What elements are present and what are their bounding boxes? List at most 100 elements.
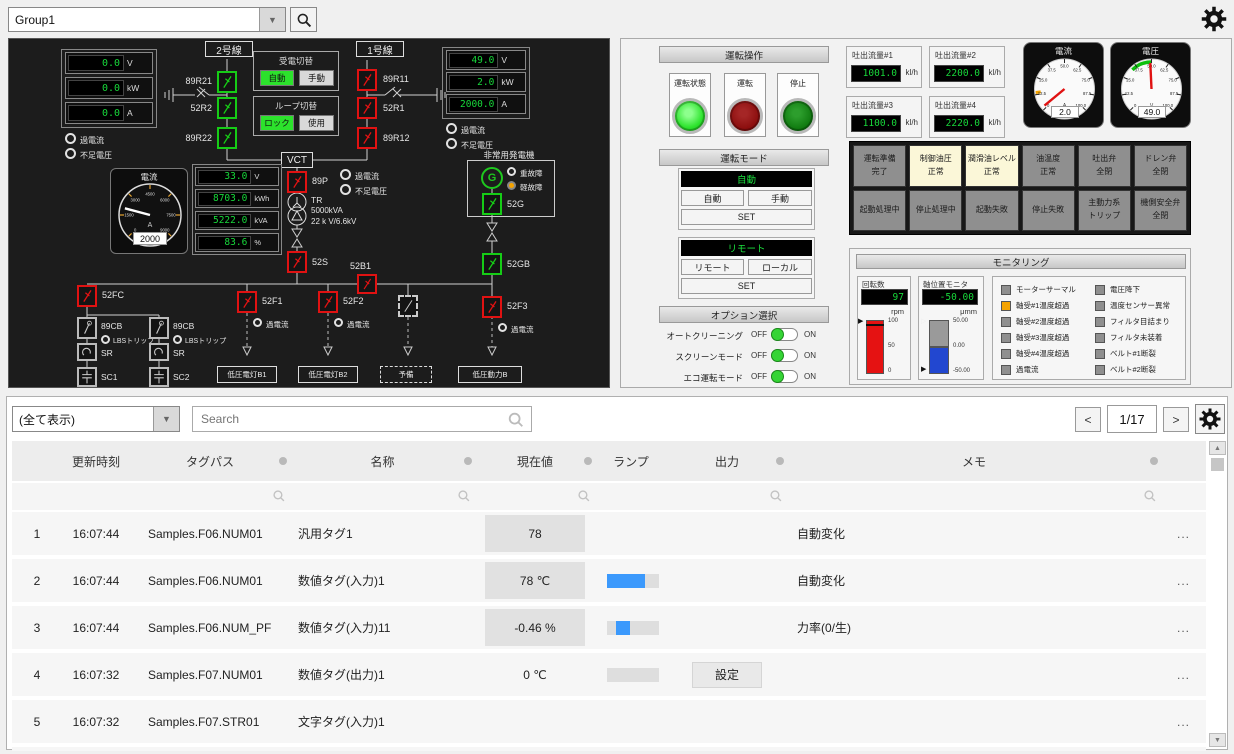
- filter-output[interactable]: [667, 483, 787, 510]
- mode-manual-button[interactable]: 手動: [748, 190, 812, 206]
- filter-memo[interactable]: [787, 483, 1161, 510]
- mode-local-button[interactable]: ローカル: [748, 259, 812, 275]
- alarm-indicator: [1001, 317, 1011, 327]
- breaker-52FC[interactable]: [77, 285, 97, 307]
- table-settings-button[interactable]: [1195, 404, 1225, 434]
- svg-text:62.5: 62.5: [1073, 67, 1082, 72]
- table-row[interactable]: 4 16:07:32 Samples.F07.NUM01 数値タグ(出力)1 0…: [12, 653, 1206, 696]
- table-row[interactable]: 5 16:07:32 Samples.F07.STR01 文字タグ(入力)1 .…: [12, 700, 1206, 743]
- auto-cleaning-toggle[interactable]: [771, 328, 798, 341]
- status-cell: 吐出弁全閉: [1078, 145, 1131, 187]
- mode-auto-button[interactable]: 自動: [681, 190, 744, 206]
- row-tagpath: Samples.F07.STR01: [130, 715, 290, 729]
- breaker-52R1[interactable]: [357, 97, 377, 119]
- scroll-thumb[interactable]: [1211, 458, 1224, 471]
- receive-switch-panel: 受電切替 自動 手動: [253, 51, 339, 91]
- settings-gear-button[interactable]: [1200, 5, 1228, 33]
- load-lighting-panel-1: 低圧電灯B1: [217, 366, 277, 383]
- row-more-button[interactable]: ...: [1161, 668, 1206, 682]
- status-cell: 停止失敗: [1022, 190, 1075, 232]
- sort-dot: [464, 457, 472, 465]
- next-page-button[interactable]: >: [1163, 407, 1189, 432]
- breaker-52GB-label: 52GB: [507, 259, 530, 269]
- mode-set-button-1[interactable]: SET: [681, 209, 812, 225]
- lbs-89CB-2[interactable]: [149, 317, 169, 339]
- breaker-52F1[interactable]: [237, 291, 257, 313]
- chevron-down-icon[interactable]: ▼: [259, 8, 285, 31]
- eco-mode-toggle[interactable]: [771, 370, 798, 383]
- scroll-down-button[interactable]: ▼: [1209, 733, 1226, 747]
- col-header-time[interactable]: 更新時刻: [62, 441, 130, 481]
- breaker-89R21[interactable]: [217, 71, 237, 93]
- chevron-down-icon[interactable]: ▼: [153, 407, 179, 431]
- panel-current-value: 2.0: [1051, 106, 1079, 118]
- loop-lock-button[interactable]: ロック: [260, 115, 294, 131]
- screen-mode-toggle[interactable]: [771, 349, 798, 362]
- lbs-89CB-1[interactable]: [77, 317, 97, 339]
- table-row[interactable]: 3 16:07:44 Samples.F06.NUM_PF 数値タグ(入力)11…: [12, 606, 1206, 649]
- row-name: 数値タグ(入力)11: [290, 619, 475, 636]
- breaker-52FC-label: 52FC: [102, 290, 124, 300]
- filter-tagpath[interactable]: [130, 483, 290, 510]
- status-cell: 運転準備完了: [853, 145, 906, 187]
- svg-text:12.5: 12.5: [1125, 91, 1134, 96]
- row-more-button[interactable]: ...: [1161, 621, 1206, 635]
- shaft-marker-bottom: ▶: [921, 365, 926, 373]
- table-row[interactable]: 1 16:07:44 Samples.F06.NUM01 汎用タグ1 78 自動…: [12, 512, 1206, 555]
- breaker-89R12[interactable]: [357, 127, 377, 149]
- breaker-89P[interactable]: [287, 171, 307, 193]
- table-filter-select[interactable]: (全て表示) ▼: [12, 406, 180, 432]
- set-button[interactable]: 設定: [692, 662, 762, 688]
- vct-label: VCT: [281, 152, 313, 168]
- row-more-button[interactable]: ...: [1161, 574, 1206, 588]
- breaker-52S[interactable]: [287, 251, 307, 273]
- col-header-tagpath[interactable]: タグパス: [130, 441, 290, 481]
- alarm-indicator: [1001, 333, 1011, 343]
- col-header-memo[interactable]: メモ: [787, 441, 1161, 481]
- col-header-value[interactable]: 現在値: [475, 441, 595, 481]
- breaker-89R11[interactable]: [357, 69, 377, 91]
- breaker-89R22[interactable]: [217, 127, 237, 149]
- breaker-52B1[interactable]: [357, 274, 377, 294]
- group-select[interactable]: Group1 ▼: [8, 7, 286, 32]
- breaker-52G[interactable]: [482, 193, 502, 215]
- receive-auto-button[interactable]: 自動: [260, 70, 294, 86]
- table-search-input[interactable]: [193, 407, 503, 431]
- line2-amp-meter: 0.0A: [65, 102, 153, 124]
- stop-button[interactable]: 停止: [777, 73, 819, 137]
- run-state-label: 運転状態: [670, 78, 710, 89]
- table-scrollbar[interactable]: ▲ ▼: [1209, 441, 1226, 747]
- table-row[interactable]: 2 16:07:44 Samples.F06.NUM01 数値タグ(入力)1 7…: [12, 559, 1206, 602]
- breaker-52GB[interactable]: [482, 253, 502, 275]
- lamp-bar: [607, 574, 645, 588]
- alarm-indicator: [1001, 285, 1011, 295]
- rpm-marker-arrow: ▶: [858, 317, 863, 325]
- row-time: 16:07:32: [62, 715, 130, 729]
- col-header-name[interactable]: 名称: [290, 441, 475, 481]
- search-button[interactable]: [290, 7, 317, 32]
- status-cell: 油温度正常: [1022, 145, 1075, 187]
- breaker-52F2[interactable]: [318, 291, 338, 313]
- run-state-button[interactable]: 運転状態: [669, 73, 711, 137]
- svg-text:87.5: 87.5: [1170, 91, 1179, 96]
- receive-manual-button[interactable]: 手動: [299, 70, 334, 86]
- run-button[interactable]: 運転: [724, 73, 766, 137]
- breaker-52R2[interactable]: [217, 97, 237, 119]
- filter-value[interactable]: [475, 483, 595, 510]
- filter-name[interactable]: [290, 483, 475, 510]
- col-header-output[interactable]: 出力: [667, 441, 787, 481]
- scroll-up-button[interactable]: ▲: [1209, 441, 1226, 455]
- loop-use-button[interactable]: 使用: [299, 115, 334, 131]
- page-indicator[interactable]: 1/17: [1107, 405, 1157, 433]
- mode-set-button-2[interactable]: SET: [681, 278, 812, 294]
- breaker-52F3[interactable]: [482, 296, 502, 318]
- load-lighting-panel-2: 低圧電灯B2: [298, 366, 358, 383]
- row-more-button[interactable]: ...: [1161, 715, 1206, 729]
- row-more-button[interactable]: ...: [1161, 527, 1206, 541]
- breaker-spare: [398, 295, 418, 317]
- row-index: 2: [12, 574, 62, 588]
- prev-page-button[interactable]: <: [1075, 407, 1101, 432]
- center-kwh-meter: 8703.0kWh: [195, 189, 279, 208]
- col-header-lamp[interactable]: ランプ: [595, 441, 667, 481]
- mode-remote-button[interactable]: リモート: [681, 259, 744, 275]
